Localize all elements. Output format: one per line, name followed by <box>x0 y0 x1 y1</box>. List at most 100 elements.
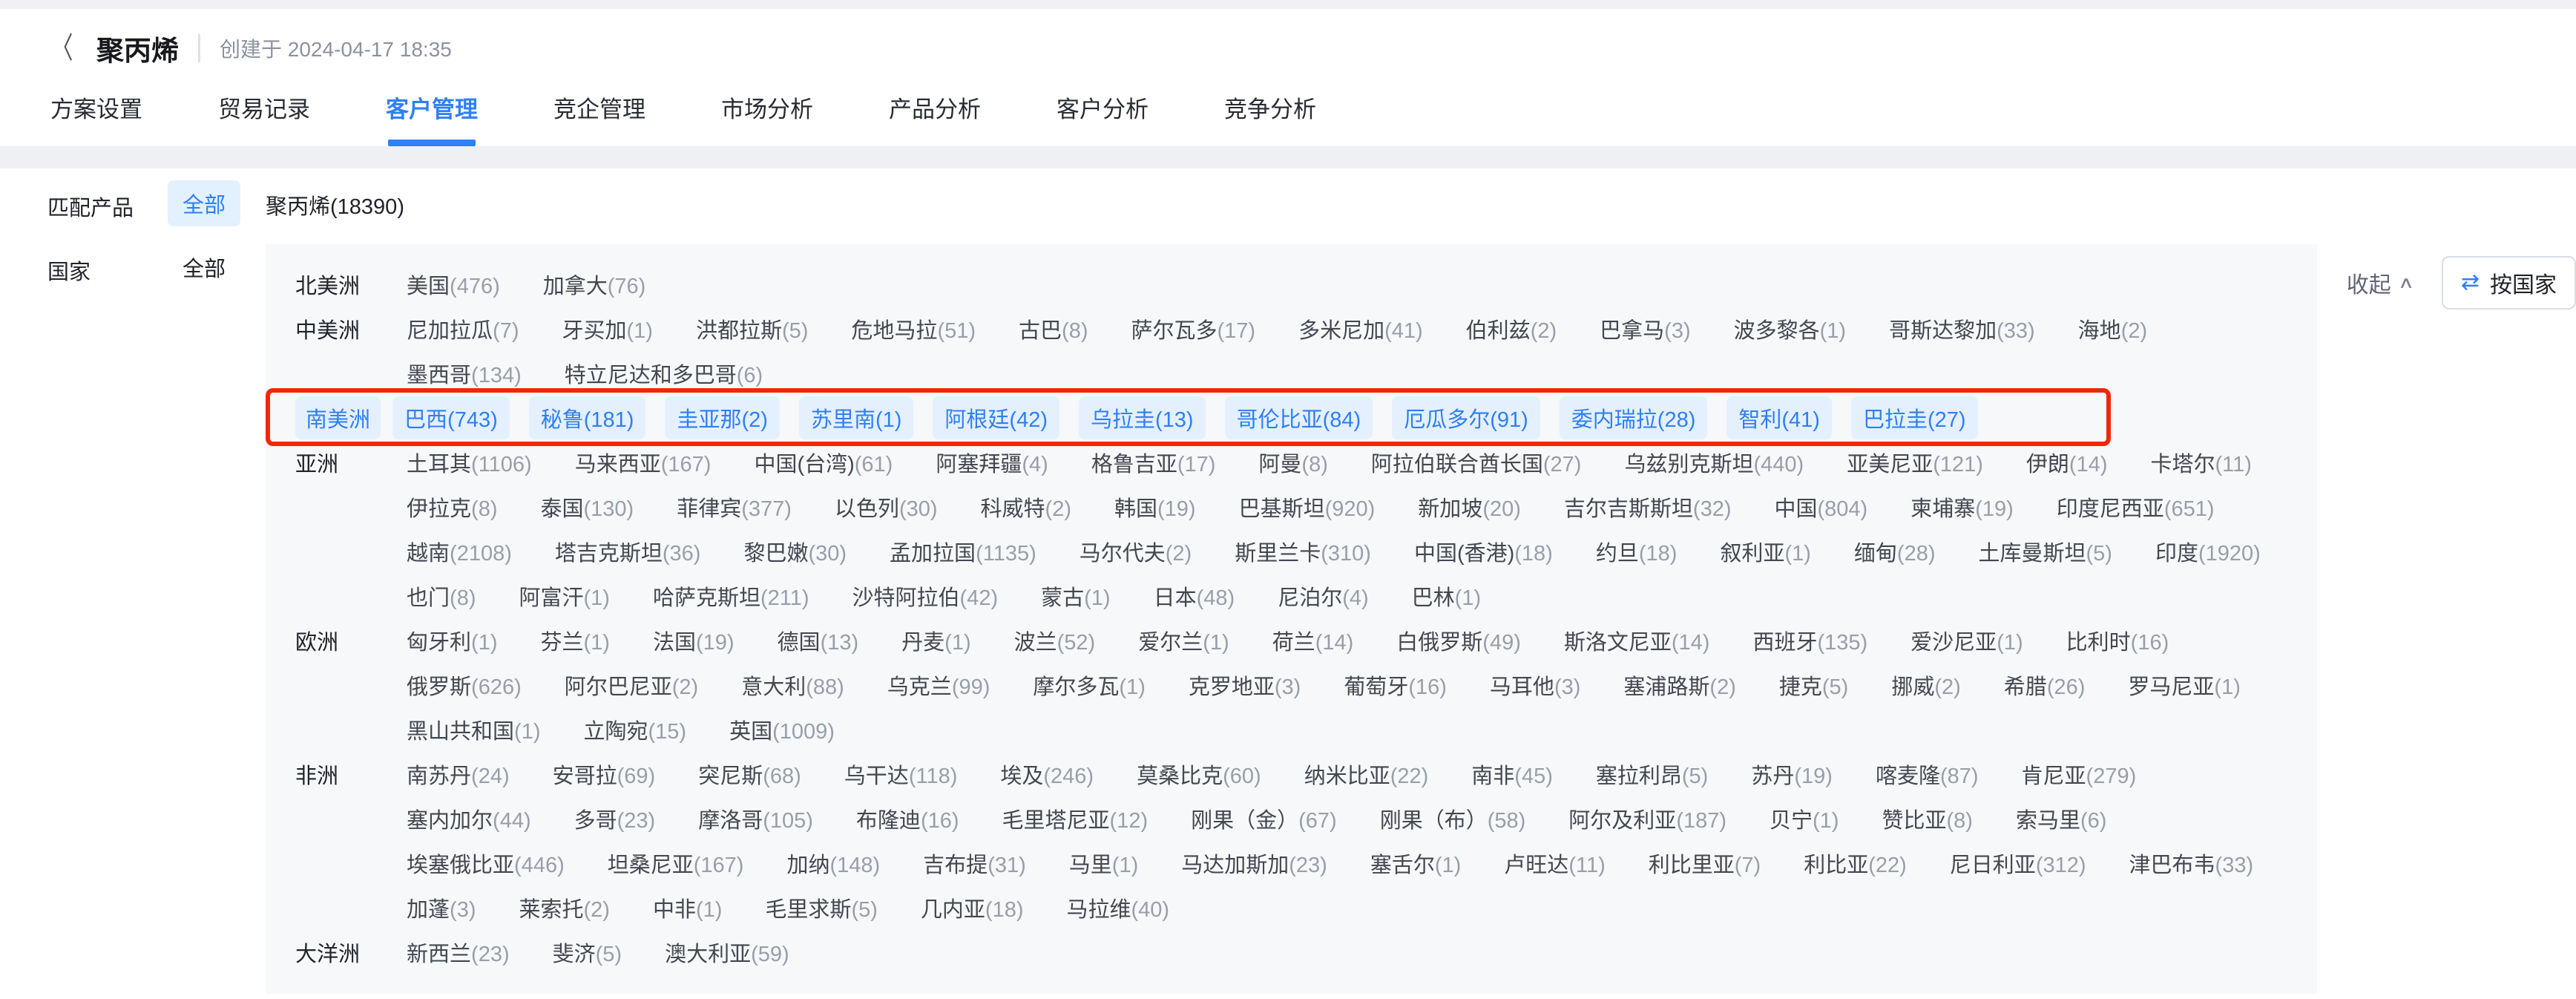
country-chip[interactable]: 智利(41) <box>1726 396 1832 439</box>
country-chip[interactable]: 南苏丹(24) <box>395 753 522 796</box>
country-chip[interactable]: 摩洛哥(105) <box>686 797 825 840</box>
country-chip[interactable]: 塞浦路斯(2) <box>1611 664 1747 707</box>
country-chip[interactable]: 荷兰(14) <box>1261 619 1366 662</box>
country-chip[interactable]: 丹麦(1) <box>890 619 982 662</box>
country-chip[interactable]: 尼日利亚(312) <box>1938 842 2098 885</box>
country-chip[interactable]: 塞内加尔(44) <box>395 797 543 840</box>
tab-3[interactable]: 客户管理 <box>384 79 479 146</box>
country-chip[interactable]: 黎巴嫩(30) <box>732 530 858 573</box>
country-chip[interactable]: 捷克(5) <box>1767 664 1860 707</box>
country-chip[interactable]: 巴拿马(3) <box>1588 307 1702 350</box>
continent-label[interactable]: 非洲 <box>295 759 395 790</box>
country-chip[interactable]: 安哥拉(69) <box>541 753 668 796</box>
tab-6[interactable]: 产品分析 <box>887 79 982 146</box>
country-chip[interactable]: 多哥(23) <box>562 797 668 840</box>
country-chip[interactable]: 沙特阿拉伯(42) <box>841 574 1011 618</box>
country-chip[interactable]: 巴拉圭(27) <box>1851 396 1978 439</box>
country-chip[interactable]: 突尼斯(68) <box>686 753 813 796</box>
country-chip[interactable]: 阿曼(8) <box>1246 441 1339 484</box>
country-chip[interactable]: 尼泊尔(4) <box>1266 574 1380 618</box>
country-chip[interactable]: 意大利(88) <box>729 664 856 707</box>
country-chip[interactable]: 黑山共和国(1) <box>395 708 552 751</box>
continent-label[interactable]: 南美洲 <box>295 396 381 439</box>
country-chip[interactable]: 毛里求斯(5) <box>753 886 889 929</box>
country-chip[interactable]: 乌兹别克斯坦(440) <box>1612 441 1816 484</box>
country-chip[interactable]: 多米尼加(41) <box>1287 307 1435 350</box>
sort-by-country-button[interactable]: ⇄ 按国家 <box>2442 256 2576 309</box>
country-chip[interactable]: 爱沙尼亚(1) <box>1899 619 2034 662</box>
country-chip[interactable]: 乌拉圭(13) <box>1079 396 1206 439</box>
country-chip[interactable]: 马尔代夫(2) <box>1068 530 1203 573</box>
country-chip[interactable]: 约旦(18) <box>1584 530 1689 573</box>
country-chip[interactable]: 法国(19) <box>641 619 746 662</box>
country-chip[interactable]: 刚果（布）(58) <box>1368 797 1538 840</box>
back-icon[interactable]: 〈 <box>52 33 73 63</box>
country-chip[interactable]: 哈萨克斯坦(211) <box>641 574 821 618</box>
country-chip[interactable]: 斯洛文尼亚(14) <box>1552 619 1722 662</box>
country-chip[interactable]: 阿尔巴尼亚(2) <box>553 664 710 707</box>
country-chip[interactable]: 布隆迪(16) <box>844 797 971 840</box>
country-chip[interactable]: 委内瑞拉(28) <box>1560 396 1708 439</box>
country-chip[interactable]: 伊朗(14) <box>2014 441 2120 484</box>
country-chip[interactable]: 阿塞拜疆(4) <box>924 441 1059 484</box>
country-chip[interactable]: 土耳其(1106) <box>395 441 544 484</box>
country-chip[interactable]: 津巴布韦(33) <box>2117 842 2266 885</box>
country-chip[interactable]: 比利时(16) <box>2054 619 2181 662</box>
country-chip[interactable]: 洪都拉斯(5) <box>684 307 820 350</box>
country-chip[interactable]: 喀麦隆(87) <box>1864 753 1991 796</box>
collapse-link[interactable]: 收起 ∧ <box>2347 266 2412 299</box>
country-chip[interactable]: 立陶宛(15) <box>571 708 698 751</box>
country-chip[interactable]: 巴基斯坦(920) <box>1227 485 1387 528</box>
country-chip[interactable]: 阿根廷(42) <box>933 396 1059 439</box>
country-chip[interactable]: 乌克兰(99) <box>875 664 1002 707</box>
country-chip[interactable]: 埃及(246) <box>988 753 1105 796</box>
tab-4[interactable]: 竞企管理 <box>552 79 647 146</box>
country-chip[interactable]: 吉尔吉斯斯坦(32) <box>1552 485 1744 528</box>
country-chip[interactable]: 乌干达(118) <box>832 753 970 796</box>
country-chip[interactable]: 美国(476) <box>395 263 512 306</box>
country-chip[interactable]: 英国(1009) <box>717 708 847 751</box>
country-chip[interactable]: 伊拉克(8) <box>395 485 509 528</box>
country-chip[interactable]: 刚果（金）(67) <box>1179 797 1349 840</box>
country-chip[interactable]: 吉布提(31) <box>911 842 1038 885</box>
country-chip[interactable]: 古巴(8) <box>1007 307 1100 350</box>
country-chip[interactable]: 南非(45) <box>1459 753 1565 796</box>
country-chip[interactable]: 波多黎各(1) <box>1722 307 1858 350</box>
country-chip[interactable]: 克罗地亚(3) <box>1177 664 1312 707</box>
country-chip[interactable]: 泰国(130) <box>528 485 645 528</box>
country-chip[interactable]: 菲律宾(377) <box>665 485 804 528</box>
country-chip[interactable]: 芬兰(1) <box>528 619 621 662</box>
country-chip[interactable]: 厄瓜多尔(91) <box>1392 396 1540 439</box>
country-chip[interactable]: 巴西(743) <box>392 396 510 439</box>
country-chip[interactable]: 几内亚(18) <box>909 886 1036 929</box>
country-chip[interactable]: 苏丹(19) <box>1739 753 1844 796</box>
country-chip[interactable]: 白俄罗斯(49) <box>1384 619 1533 662</box>
country-chip[interactable]: 阿拉伯联合酋长国(27) <box>1359 441 1594 484</box>
country-chip[interactable]: 卢旺达(11) <box>1492 842 1617 885</box>
country-chip[interactable]: 哥斯达黎加(33) <box>1877 307 2047 350</box>
country-chip[interactable]: 孟加拉国(1135) <box>878 530 1048 573</box>
country-chip[interactable]: 肯尼亚(279) <box>2010 753 2149 796</box>
country-chip[interactable]: 西班牙(135) <box>1741 619 1879 662</box>
country-chip[interactable]: 索马里(6) <box>2004 797 2118 840</box>
country-chip[interactable]: 缅甸(28) <box>1842 530 1948 573</box>
country-chip[interactable]: 尼加拉瓜(7) <box>395 307 530 350</box>
country-chip[interactable]: 韩国(19) <box>1103 485 1208 528</box>
country-chip[interactable]: 以色列(30) <box>823 485 950 528</box>
country-chip[interactable]: 墨西哥(134) <box>395 352 533 395</box>
country-all-chip[interactable]: 全部 <box>168 244 240 290</box>
country-chip[interactable]: 德国(13) <box>766 619 871 662</box>
country-chip[interactable]: 斯里兰卡(310) <box>1223 530 1383 573</box>
continent-label[interactable]: 中美洲 <box>295 313 395 344</box>
country-chip[interactable]: 莫桑比克(60) <box>1125 753 1273 796</box>
country-chip[interactable]: 印度尼西亚(651) <box>2045 485 2227 528</box>
country-chip[interactable]: 埃塞俄比亚(446) <box>395 842 576 885</box>
country-chip[interactable]: 莱索托(2) <box>507 886 621 929</box>
country-chip[interactable]: 苏里南(1) <box>799 396 913 439</box>
country-chip[interactable]: 印度(1920) <box>2143 530 2273 573</box>
tab-7[interactable]: 客户分析 <box>1055 79 1150 146</box>
country-chip[interactable]: 海地(2) <box>2066 307 2159 350</box>
country-chip[interactable]: 叙利亚(1) <box>1708 530 1822 573</box>
tab-1[interactable]: 方案设置 <box>49 79 144 146</box>
country-chip[interactable]: 哥伦比亚(84) <box>1225 396 1373 439</box>
